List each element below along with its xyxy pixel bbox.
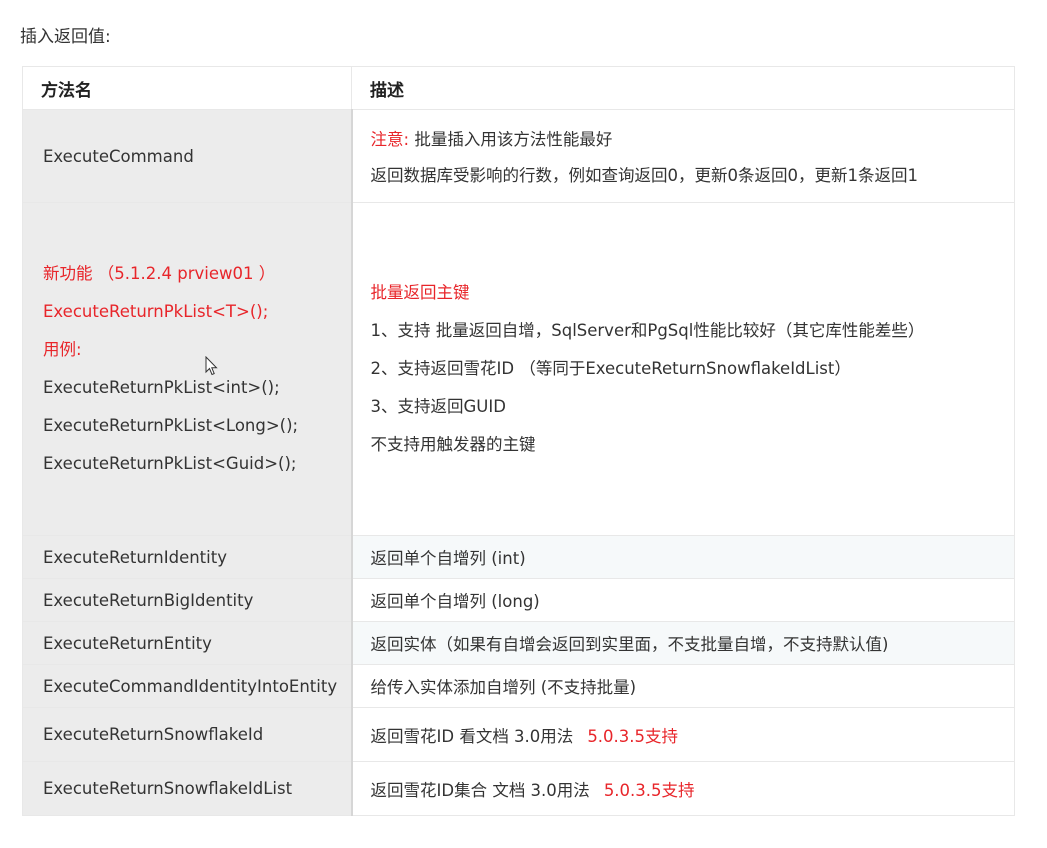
table-row: ExecuteCommandIdentityIntoEntity 给传入实体添加… xyxy=(22,664,1015,708)
table-row: ExecuteReturnSnowflakeIdList 返回雪花ID集合 文档… xyxy=(22,761,1015,816)
description-cell: 批量返回主键 1、支持 批量返回自增，SqlServer和PgSql性能比较好（… xyxy=(351,202,1015,536)
example-line: ExecuteReturnPkList<int>(); xyxy=(43,378,280,397)
return-value-table: 方法名 描述 ExecuteCommand 注意: 批量插入用该方法性能最好 返… xyxy=(22,66,1015,816)
method-name-cell: 新功能 （5.1.2.4 prview01 ） ExecuteReturnPkL… xyxy=(22,202,353,536)
note-text: 批量插入用该方法性能最好 xyxy=(414,130,613,149)
header-method-name: 方法名 xyxy=(22,66,352,110)
method-name-cell: ExecuteReturnEntity xyxy=(22,621,353,665)
section-heading: 插入返回值: xyxy=(20,27,111,47)
table-row: ExecuteReturnBigIdentity 返回单个自增列 (long) xyxy=(22,578,1015,622)
note-line: 注意: 批量插入用该方法性能最好 xyxy=(371,126,1014,150)
description-cell: 返回单个自增列 (long) xyxy=(351,578,1015,622)
description-line: 2、支持返回雪花ID （等同于ExecuteReturnSnowflakeIdL… xyxy=(370,359,851,378)
header-description: 描述 xyxy=(351,66,1015,110)
new-feature-label: 新功能 （5.1.2.4 prview01 ） xyxy=(43,264,276,283)
note-label: 注意: xyxy=(370,130,410,149)
method-name-cell: ExecuteReturnIdentity xyxy=(22,535,353,579)
version-note: 5.0.3.5支持 xyxy=(603,780,695,800)
example-line: ExecuteReturnPkList<Long>(); xyxy=(43,416,299,435)
description-cell: 注意: 批量插入用该方法性能最好 返回数据库受影响的行数，例如查询返回0，更新0… xyxy=(351,109,1015,203)
description-cell: 返回单个自增列 (int) xyxy=(351,535,1015,579)
description-cell: 返回实体（如果有自增会返回到实里面，不支批量自增，不支持默认值) xyxy=(351,621,1015,665)
table-row: ExecuteCommand 注意: 批量插入用该方法性能最好 返回数据库受影响… xyxy=(22,109,1015,203)
method-name-cell: ExecuteReturnSnowflakeId xyxy=(22,707,353,762)
table-row: ExecuteReturnSnowflakeId 返回雪花ID 看文档 3.0用… xyxy=(22,707,1015,762)
description-line: 不支持用触发器的主键 xyxy=(370,435,536,454)
method-name-cell: ExecuteReturnBigIdentity xyxy=(22,578,353,622)
method-name-cell: ExecuteCommand xyxy=(22,109,353,203)
example-label: 用例: xyxy=(43,340,82,359)
method-name-cell: ExecuteCommandIdentityIntoEntity xyxy=(22,664,353,708)
description-text: 返回数据库受影响的行数，例如查询返回0，更新0条返回0，更新1条返回1 xyxy=(370,166,919,185)
description-text: 返回雪花ID集合 文档 3.0用法 xyxy=(370,780,590,800)
method-signature: ExecuteReturnPkList<T>(); xyxy=(43,302,269,321)
description-line: 3、支持返回GUID xyxy=(370,397,506,416)
description-cell: 返回雪花ID 看文档 3.0用法 5.0.3.5支持 xyxy=(351,707,1015,762)
description-cell: 返回雪花ID集合 文档 3.0用法 5.0.3.5支持 xyxy=(351,761,1015,816)
mouse-pointer-icon xyxy=(205,356,218,376)
description-line: 1、支持 批量返回自增，SqlServer和PgSql性能比较好（其它库性能差些… xyxy=(370,321,925,340)
version-note: 5.0.3.5支持 xyxy=(587,726,679,746)
table-row: 新功能 （5.1.2.4 prview01 ） ExecuteReturnPkL… xyxy=(22,202,1015,536)
description-title: 批量返回主键 xyxy=(370,283,470,302)
table-row: ExecuteReturnEntity 返回实体（如果有自增会返回到实里面，不支… xyxy=(22,621,1015,665)
table-row: ExecuteReturnIdentity 返回单个自增列 (int) xyxy=(22,535,1015,579)
example-line: ExecuteReturnPkList<Guid>(); xyxy=(43,454,297,473)
description-cell: 给传入实体添加自增列 (不支持批量) xyxy=(351,664,1015,708)
description-text: 返回雪花ID 看文档 3.0用法 xyxy=(370,726,574,746)
table-header-row: 方法名 描述 xyxy=(22,66,1015,110)
method-name-cell: ExecuteReturnSnowflakeIdList xyxy=(22,761,353,816)
